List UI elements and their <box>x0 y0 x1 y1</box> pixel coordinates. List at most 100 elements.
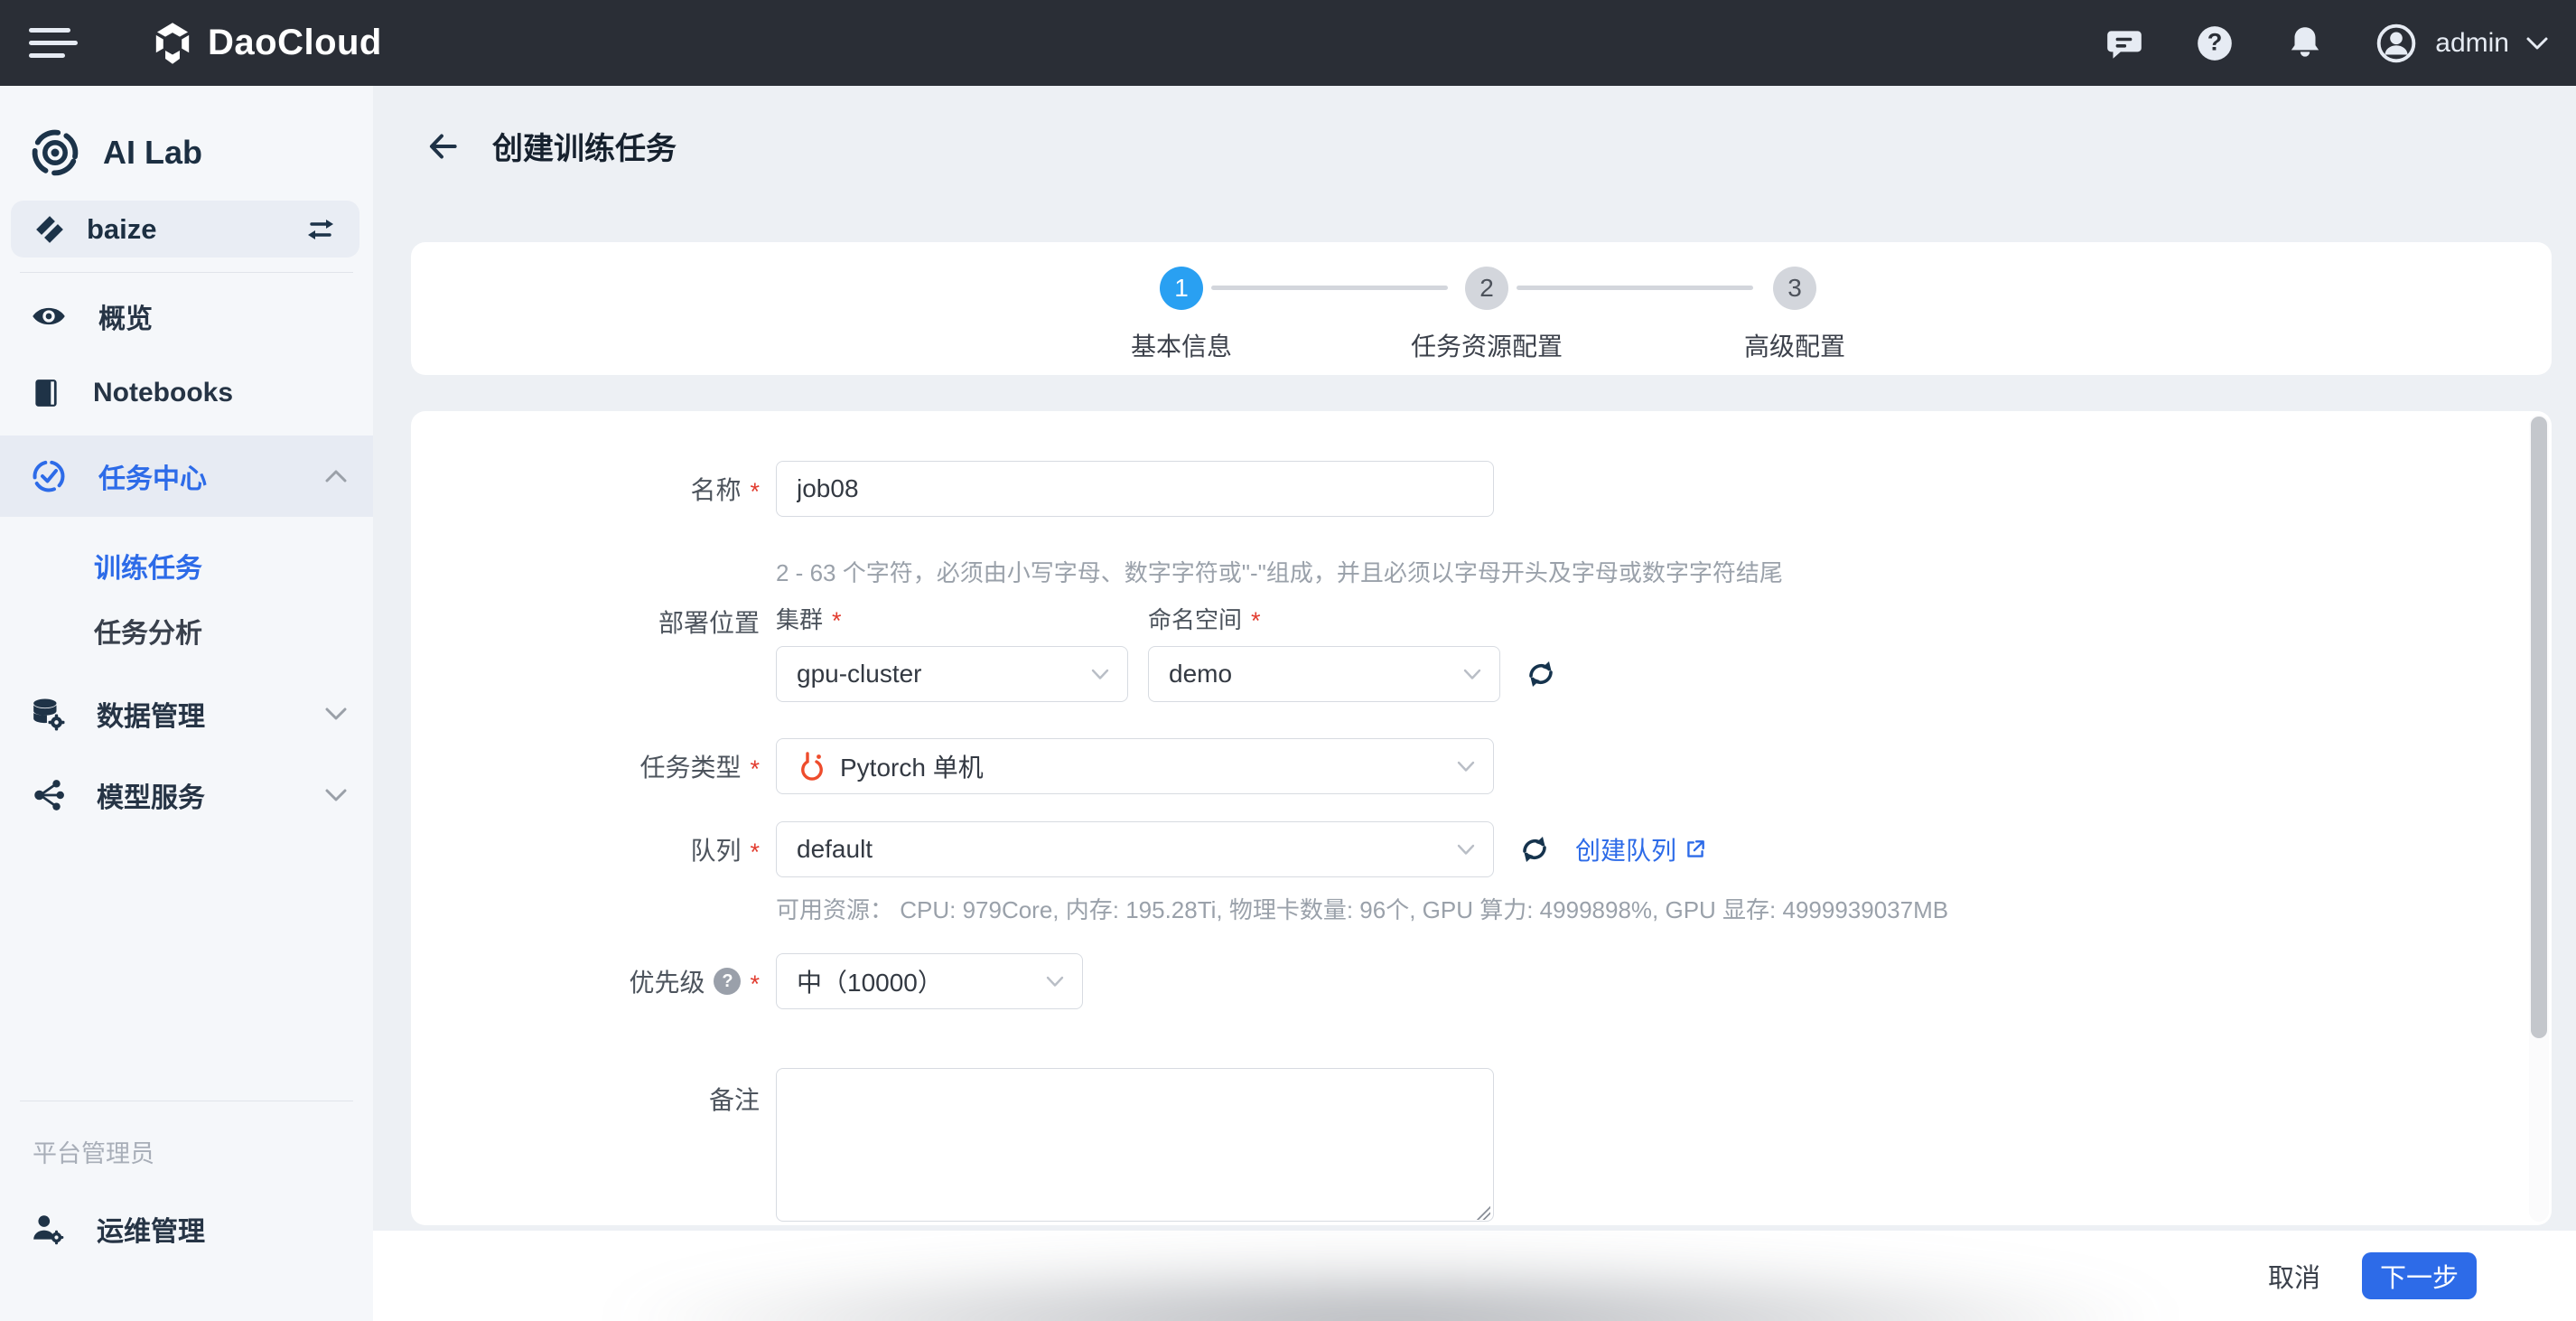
sidebar-item-ops-management[interactable]: 运维管理 <box>0 1197 373 1260</box>
chevron-down-icon <box>1457 761 1475 773</box>
admin-gear-icon <box>31 1212 65 1246</box>
workspace-name: baize <box>87 213 284 246</box>
topbar: DaoCloud ? <box>0 0 2576 86</box>
scrollbar-thumb[interactable] <box>2531 417 2547 1038</box>
sidebar: AI Lab baize 概览 <box>0 86 373 1321</box>
chevron-down-icon <box>1091 669 1109 680</box>
back-arrow-icon[interactable] <box>424 127 462 165</box>
chevron-up-icon <box>324 469 348 483</box>
external-link-icon <box>1684 838 1707 861</box>
menu-toggle-icon[interactable] <box>29 25 79 61</box>
stepper-card: 1 2 3 基本信息 任务资源配置 高级配置 <box>411 242 2552 375</box>
required-marker: * <box>750 965 760 998</box>
pytorch-icon <box>797 750 827 782</box>
username: admin <box>2435 28 2509 59</box>
step-1-circle[interactable]: 1 <box>1160 267 1203 310</box>
footer-bar: 取消 下一步 <box>0 1231 2576 1321</box>
priority-label: 优先级 ? * <box>411 963 763 999</box>
main-content: 创建训练任务 1 2 3 基本信息 任务资源配置 高级配置 名称* 2 - 63… <box>373 86 2576 1321</box>
eye-icon <box>31 302 67 331</box>
role-label: 平台管理员 <box>33 1134 154 1169</box>
chevron-down-icon <box>1046 976 1064 988</box>
step-3-label: 高级配置 <box>1677 327 1912 363</box>
namespace-label: 命名空间* <box>1148 602 1500 635</box>
chevron-down-icon <box>324 707 348 721</box>
required-marker: * <box>750 833 760 867</box>
priority-help-icon[interactable]: ? <box>714 968 741 995</box>
sidebar-item-model-services[interactable]: 模型服务 <box>0 764 373 827</box>
workspace-selector[interactable]: baize <box>11 201 359 258</box>
cluster-label: 集群* <box>776 602 1128 635</box>
chevron-down-icon <box>2525 36 2549 51</box>
step-2-circle[interactable]: 2 <box>1465 267 1508 310</box>
sidebar-item-label: 模型服务 <box>97 775 205 815</box>
model-network-icon <box>31 778 65 812</box>
sidebar-item-data-management[interactable]: 数据管理 <box>0 682 373 745</box>
chevron-down-icon <box>1463 669 1481 680</box>
job-type-select[interactable]: Pytorch 单机 <box>776 738 1494 794</box>
sidebar-divider <box>20 272 353 273</box>
cancel-button[interactable]: 取消 <box>2268 1257 2320 1295</box>
queue-label: 队列* <box>411 831 763 867</box>
namespace-select[interactable]: demo <box>1148 646 1500 702</box>
step-connector <box>1517 286 1753 290</box>
form-card: 名称* 2 - 63 个字符，必须由小写字母、数字字符或"-"组成，并且必须以字… <box>411 411 2552 1225</box>
required-marker: * <box>1251 602 1261 635</box>
help-icon[interactable]: ? <box>2193 22 2236 65</box>
remark-textarea[interactable] <box>776 1068 1494 1222</box>
refresh-queue-icon[interactable] <box>1514 829 1555 870</box>
user-menu[interactable]: admin <box>2374 21 2549 66</box>
next-step-button[interactable]: 下一步 <box>2362 1252 2477 1299</box>
sidebar-item-task-analysis[interactable]: 任务分析 <box>0 607 373 654</box>
name-label: 名称* <box>411 471 763 507</box>
remark-label: 备注 <box>411 1068 763 1117</box>
sidebar-subitem-label: 训练任务 <box>94 546 202 586</box>
workspace-icon <box>34 214 65 245</box>
daocloud-logo-icon <box>152 21 193 66</box>
scrollbar-track[interactable] <box>2529 415 2549 1222</box>
book-icon <box>31 377 61 409</box>
sidebar-item-task-center[interactable]: 任务中心 <box>0 436 373 517</box>
queue-select[interactable]: default <box>776 821 1494 877</box>
refresh-location-icon[interactable] <box>1520 653 1562 695</box>
switch-workspace-icon[interactable] <box>305 216 336 243</box>
page-title: 创建训练任务 <box>492 124 677 168</box>
product-name: AI Lab <box>103 134 202 172</box>
priority-select[interactable]: 中（10000） <box>776 953 1083 1009</box>
queue-hint: 可用资源： CPU: 979Core, 内存: 195.28Ti, 物理卡数量:… <box>776 892 1948 925</box>
sidebar-item-training-tasks[interactable]: 训练任务 <box>0 542 373 589</box>
step-connector <box>1211 286 1448 290</box>
resize-handle[interactable] <box>1474 1204 1490 1220</box>
location-label: 部署位置 <box>411 602 763 640</box>
sidebar-item-label: 数据管理 <box>97 694 205 734</box>
sidebar-item-overview[interactable]: 概览 <box>0 285 373 348</box>
create-queue-link[interactable]: 创建队列 <box>1575 831 1707 867</box>
sidebar-item-label: 概览 <box>98 296 153 336</box>
message-icon[interactable] <box>2103 22 2146 65</box>
brand-name: DaoCloud <box>208 23 382 63</box>
sidebar-item-label: 运维管理 <box>97 1209 205 1249</box>
cluster-select[interactable]: gpu-cluster <box>776 646 1128 702</box>
step-2-label: 任务资源配置 <box>1369 327 1604 363</box>
required-marker: * <box>750 750 760 783</box>
job-type-label: 任务类型* <box>411 748 763 784</box>
database-gear-icon <box>31 697 65 731</box>
chevron-down-icon <box>324 788 348 802</box>
sidebar-item-notebooks[interactable]: Notebooks <box>0 361 373 425</box>
required-marker: * <box>750 473 760 506</box>
step-1-label: 基本信息 <box>1064 327 1299 363</box>
footer-shadow <box>596 1258 2186 1321</box>
check-circle-icon <box>31 458 67 494</box>
step-3-circle[interactable]: 3 <box>1773 267 1816 310</box>
svg-text:?: ? <box>2207 27 2223 55</box>
sidebar-item-label: 任务中心 <box>98 456 207 496</box>
required-marker: * <box>832 602 842 635</box>
avatar-icon <box>2374 21 2419 66</box>
name-hint: 2 - 63 个字符，必须由小写字母、数字字符或"-"组成，并且必须以字母开头及… <box>776 555 1783 588</box>
chevron-down-icon <box>1457 844 1475 856</box>
ai-lab-logo-icon <box>29 126 81 179</box>
name-input[interactable] <box>776 461 1494 517</box>
notifications-bell-icon[interactable] <box>2283 22 2327 65</box>
product-header: AI Lab <box>0 86 373 181</box>
sidebar-item-label: Notebooks <box>93 378 233 408</box>
